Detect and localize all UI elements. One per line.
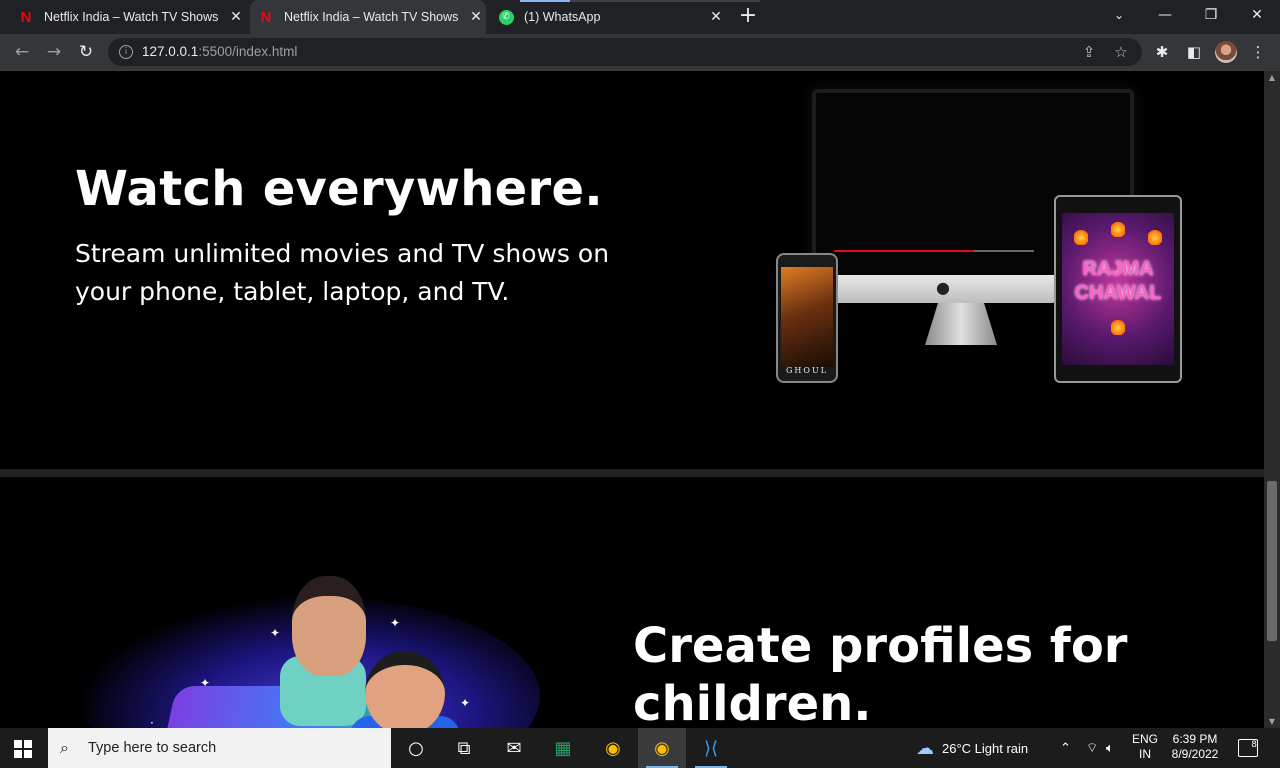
star-icon: ✦	[390, 616, 401, 630]
devices-image: ● GHOUL RAJMA CHAWAL	[770, 83, 1190, 388]
netflix-icon: N	[260, 8, 272, 26]
weather-widget[interactable]: ☁ 26°C Light rain	[916, 728, 1028, 768]
kids-illustration: ✦ ✦ ✦ ✦ ·	[60, 526, 540, 728]
diya-icon	[1074, 227, 1088, 245]
url-text: 127.0.0.1:5500/index.html	[142, 44, 297, 59]
phone-caption: GHOUL	[786, 366, 828, 375]
extensions-icon[interactable]: ✱	[1152, 42, 1172, 62]
weather-text: 26°C Light rain	[942, 740, 1029, 756]
kids-profiles-heading: Create profiles for children.	[633, 618, 1128, 728]
bookmark-star-icon[interactable]: ☆	[1112, 43, 1130, 61]
star-icon: ✦	[270, 626, 281, 640]
address-bar[interactable]: i 127.0.0.1:5500/index.html ⇪ ☆	[108, 38, 1142, 66]
scroll-up-icon[interactable]: ▲	[1264, 73, 1280, 82]
notification-count: 8	[1251, 740, 1257, 750]
tab-search-chevron-icon[interactable]: ⌄	[1096, 0, 1142, 30]
section-divider	[0, 469, 1264, 477]
netflix-icon: N	[20, 8, 32, 26]
region-code: IN	[1139, 747, 1151, 761]
url-host: 127.0.0.1	[142, 44, 199, 59]
volume-icon[interactable]: 🔈︎	[1106, 728, 1114, 768]
cortana-icon[interactable]: ○	[392, 728, 440, 768]
scroll-down-icon[interactable]: ▼	[1264, 717, 1280, 726]
girl-head	[292, 576, 366, 676]
close-icon[interactable]: ✕	[468, 9, 484, 25]
diya-icon	[1111, 219, 1125, 237]
taskbar-search-placeholder: Type here to search	[88, 740, 217, 756]
reload-button[interactable]: ↻	[74, 40, 98, 64]
vscode-icon[interactable]: ⟩⟨	[687, 728, 735, 768]
tab-title: (1) WhatsApp	[524, 10, 601, 24]
tablet-device: RAJMA CHAWAL	[1054, 195, 1182, 383]
language-code: ENG	[1131, 732, 1158, 746]
star-icon: ✦	[460, 696, 471, 710]
star-icon: ·	[150, 716, 154, 728]
scrollbar-thumb[interactable]	[1267, 481, 1277, 641]
monitor-chin: ●	[832, 275, 1058, 303]
diya-icon	[1111, 317, 1125, 335]
video-progress	[834, 250, 974, 252]
task-view-icon[interactable]: ⧉	[440, 728, 488, 768]
forward-button[interactable]: →	[42, 40, 66, 64]
tab-whatsapp[interactable]: ✆ (1) WhatsApp ✕	[488, 0, 728, 34]
profile-avatar[interactable]	[1215, 41, 1237, 63]
clock[interactable]: 6:39 PM 8/9/2022	[1166, 732, 1224, 762]
taskbar-search-box[interactable]: ⌕ Type here to search	[48, 728, 391, 768]
search-icon: ⌕	[60, 738, 69, 757]
tablet-title: RAJMA CHAWAL	[1074, 258, 1162, 304]
watch-everywhere-heading: Watch everywhere.	[75, 161, 603, 217]
restore-button[interactable]: ❐	[1188, 0, 1234, 30]
url-path: :5500/index.html	[198, 44, 298, 59]
close-icon[interactable]: ✕	[228, 9, 244, 25]
page-viewport: Watch everywhere. Stream unlimited movie…	[0, 71, 1264, 728]
browser-toolbar: ← → ↻ i 127.0.0.1:5500/index.html ⇪ ☆ ✱ …	[0, 34, 1280, 71]
minimize-button[interactable]: —	[1142, 0, 1188, 30]
notification-center-icon[interactable]: 8	[1238, 739, 1258, 757]
chrome-icon[interactable]: ◉	[589, 728, 637, 768]
new-tab-button[interactable]: +	[736, 4, 760, 28]
share-icon[interactable]: ⇪	[1080, 43, 1098, 61]
mail-icon[interactable]: ✉	[490, 728, 538, 768]
tab-strip: N Netflix India – Watch TV Shows Online …	[0, 0, 1280, 34]
tab-netflix-1[interactable]: N Netflix India – Watch TV Shows Online …	[0, 0, 248, 34]
back-button[interactable]: ←	[10, 40, 34, 64]
chrome-profile-icon[interactable]: ◉	[638, 728, 686, 768]
phone-device: GHOUL	[776, 253, 838, 383]
windows-start-icon[interactable]	[14, 740, 32, 758]
phone-screen	[781, 267, 833, 367]
video-buffer	[974, 250, 1034, 252]
clock-date: 8/9/2022	[1171, 747, 1219, 761]
diya-icon	[1148, 227, 1162, 245]
tab-title: Netflix India – Watch TV Shows Online	[284, 10, 462, 24]
tab-loading-indicator	[520, 0, 760, 2]
page-scrollbar[interactable]: ▲ ▼	[1264, 71, 1280, 728]
tab-netflix-2[interactable]: N Netflix India – Watch TV Shows Online …	[250, 0, 486, 34]
excel-icon[interactable]: ▦	[539, 728, 587, 768]
close-icon[interactable]: ✕	[708, 9, 724, 25]
clock-time: 6:39 PM	[1172, 732, 1218, 746]
network-icon[interactable]: ⌔	[1086, 728, 1098, 768]
language-indicator[interactable]: ENG IN	[1130, 732, 1160, 762]
apple-logo-icon: ●	[936, 278, 950, 297]
tray-overflow-icon[interactable]: ⌃	[1060, 728, 1071, 768]
menu-icon[interactable]: ⋮	[1248, 42, 1268, 62]
whatsapp-icon: ✆	[498, 9, 514, 25]
tab-title: Netflix India – Watch TV Shows Online	[44, 10, 222, 24]
tablet-screen: RAJMA CHAWAL	[1062, 213, 1174, 365]
monitor-stand	[925, 303, 997, 345]
side-panel-icon[interactable]: ◧	[1184, 42, 1204, 62]
cloud-rain-icon: ☁	[916, 737, 934, 758]
windows-taskbar: ⌕ Type here to search ○ ⧉ ✉ ▦ ◉ ◉ ⟩⟨ ☁ 2…	[0, 728, 1280, 768]
boy-head	[365, 651, 445, 728]
site-info-icon[interactable]: i	[119, 45, 133, 59]
close-window-button[interactable]: ✕	[1234, 0, 1280, 30]
watch-everywhere-text: Stream unlimited movies and TV shows on …	[75, 239, 610, 306]
